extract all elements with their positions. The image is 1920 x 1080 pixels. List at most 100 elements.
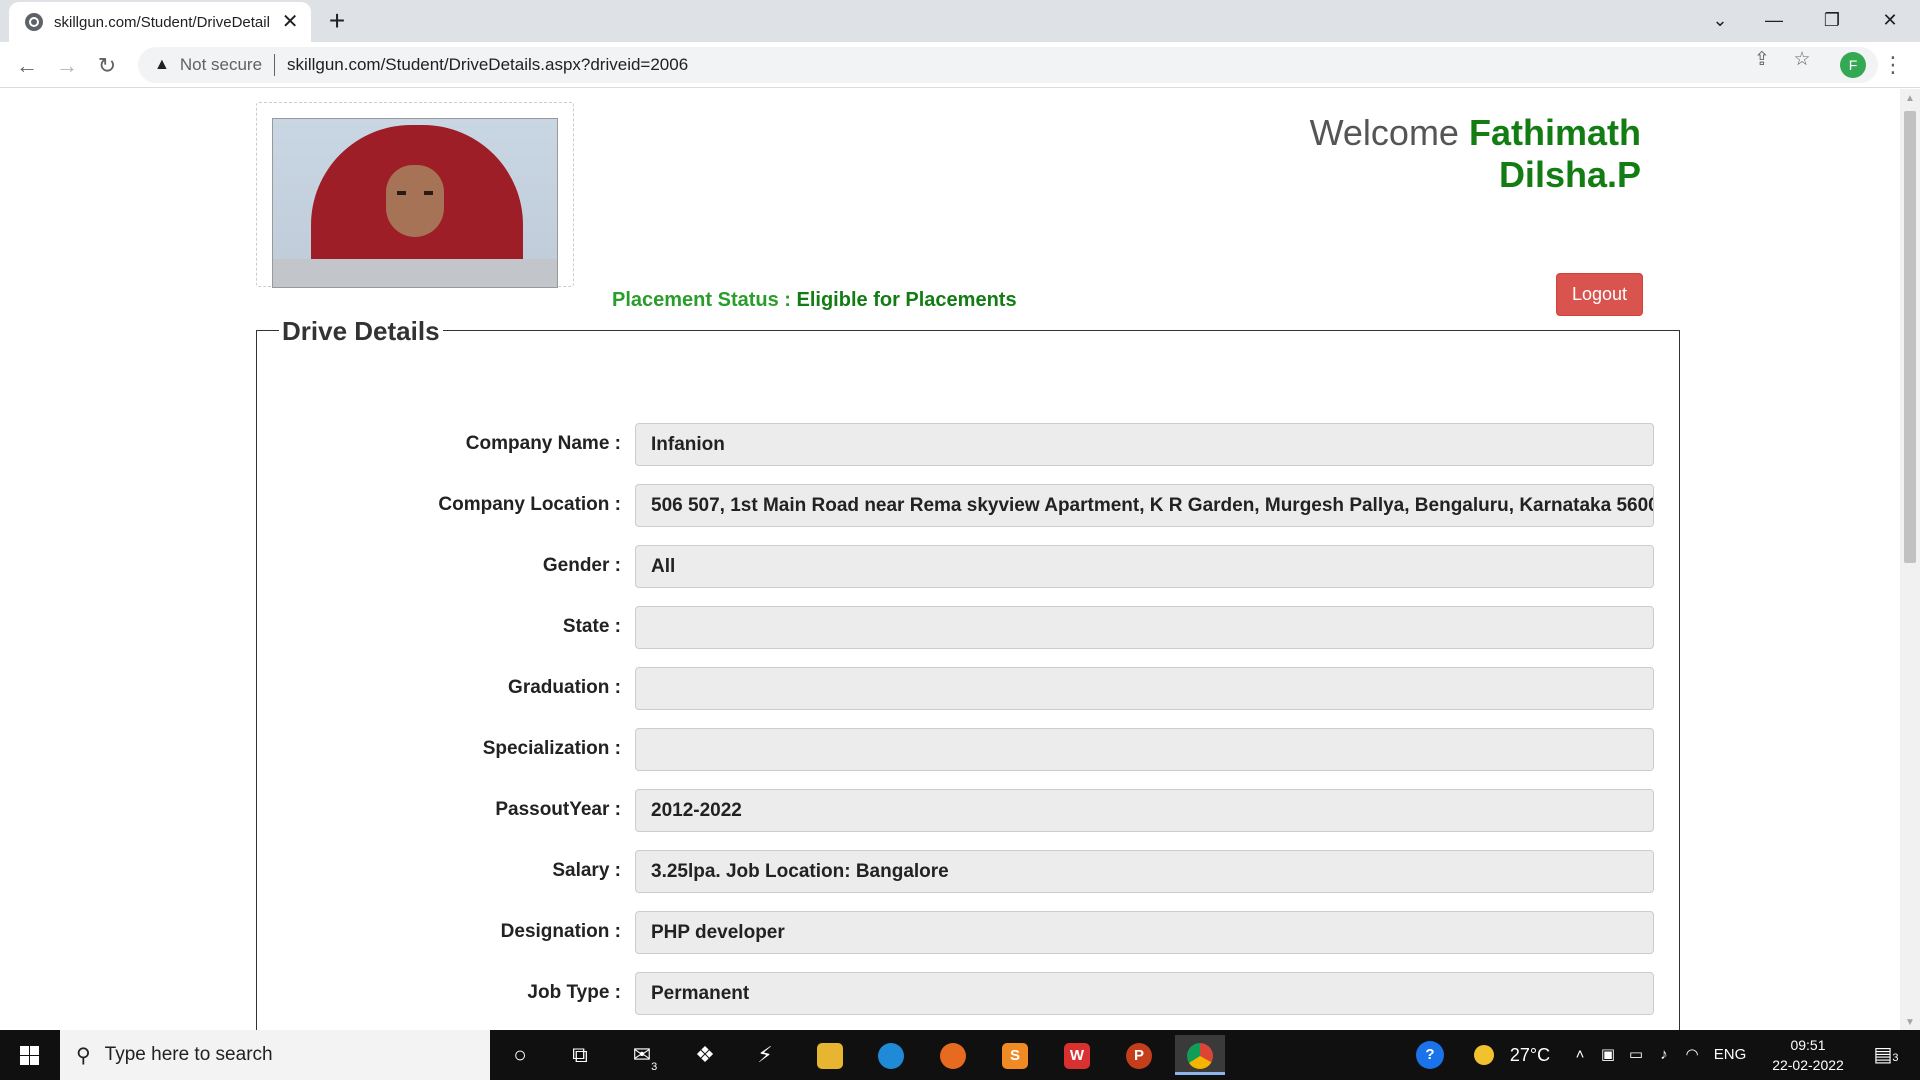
dropbox-icon[interactable]: ❖ bbox=[680, 1035, 730, 1075]
scroll-up-arrow-icon[interactable]: ▲ bbox=[1900, 93, 1920, 104]
wifi-icon[interactable]: ◠ bbox=[1680, 1030, 1704, 1080]
photo-collar bbox=[273, 259, 557, 287]
mail-icon[interactable]: ✉3 bbox=[620, 1035, 670, 1075]
clock-time: 09:51 bbox=[1790, 1037, 1826, 1053]
scroll-down-arrow-icon[interactable]: ▼ bbox=[1900, 1017, 1920, 1028]
job-type-field[interactable]: Permanent bbox=[635, 972, 1654, 1015]
chrome-icon[interactable] bbox=[1175, 1035, 1225, 1075]
salary-row: Salary : 3.25lpa. Job Location: Bangalor… bbox=[257, 850, 1681, 894]
url-text[interactable]: skillgun.com/Student/DriveDetails.aspx?d… bbox=[287, 55, 688, 75]
battery-icon[interactable]: ▭ bbox=[1624, 1030, 1648, 1080]
photo-face bbox=[386, 165, 444, 237]
minimize-icon[interactable]: — bbox=[1746, 2, 1802, 38]
start-button[interactable] bbox=[0, 1030, 58, 1080]
job-type-label: Job Type : bbox=[527, 982, 621, 1003]
weather-icon[interactable] bbox=[1470, 1030, 1498, 1080]
state-label: State : bbox=[562, 616, 621, 637]
designation-row: Designation : PHP developer bbox=[257, 911, 1681, 955]
graduation-label: Graduation : bbox=[508, 677, 621, 698]
file-explorer-icon[interactable] bbox=[805, 1035, 855, 1075]
graduation-row: Graduation : bbox=[257, 667, 1681, 711]
volume-icon[interactable]: ♪ bbox=[1652, 1030, 1676, 1080]
task-view-icon[interactable]: ⧉ bbox=[555, 1035, 605, 1075]
designation-label: Designation : bbox=[500, 921, 621, 942]
edge-browser-icon[interactable] bbox=[866, 1035, 916, 1075]
cortana-icon[interactable]: ○ bbox=[495, 1035, 545, 1075]
tab-search-chevron-icon[interactable]: ⌄ bbox=[1692, 2, 1748, 38]
designation-field[interactable]: PHP developer bbox=[635, 911, 1654, 954]
job-type-row: Job Type : Permanent bbox=[257, 972, 1681, 1016]
placement-status-label: Placement Status : bbox=[612, 289, 791, 311]
firefox-icon[interactable] bbox=[928, 1035, 978, 1075]
scrollbar-thumb[interactable] bbox=[1904, 111, 1916, 563]
browser-tab[interactable]: skillgun.com/Student/DriveDetail ✕ bbox=[9, 2, 311, 42]
state-field[interactable] bbox=[635, 606, 1654, 649]
company-name-label: Company Name : bbox=[465, 433, 621, 454]
welcome-heading: Welcome Fathimath Dilsha.P bbox=[1310, 112, 1641, 196]
clock-date: 22-02-2022 bbox=[1772, 1057, 1844, 1073]
specialization-field[interactable] bbox=[635, 728, 1654, 771]
user-name-first: Fathimath bbox=[1468, 112, 1641, 153]
bookmark-star-icon[interactable]: ☆ bbox=[1788, 48, 1816, 72]
salary-label: Salary : bbox=[552, 860, 621, 881]
wps-office-icon[interactable]: W bbox=[1052, 1035, 1102, 1075]
notification-count: 3 bbox=[1892, 1052, 1899, 1064]
drive-details-legend: Drive Details bbox=[279, 316, 443, 347]
browser-toolbar: ← → ↻ ▲ Not secure skillgun.com/Student/… bbox=[0, 42, 1920, 88]
company-location-row: Company Location : 506 507, 1st Main Roa… bbox=[257, 484, 1681, 528]
company-location-label: Company Location : bbox=[438, 494, 621, 515]
photo-eyes bbox=[397, 191, 433, 195]
browser-menu-icon[interactable]: ⋮ bbox=[1882, 50, 1904, 80]
tab-title: skillgun.com/Student/DriveDetail bbox=[54, 13, 270, 31]
forward-arrow-icon[interactable]: → bbox=[51, 50, 83, 82]
passout-year-label: PassoutYear : bbox=[495, 799, 621, 820]
graduation-field[interactable] bbox=[635, 667, 1654, 710]
windows-taskbar: ⚲ Type here to search ○ ⧉ ✉3 ❖ ⚡ S W P ?… bbox=[0, 1030, 1920, 1080]
close-tab-icon[interactable]: ✕ bbox=[279, 11, 301, 33]
page-scrollbar[interactable]: ▲ ▼ bbox=[1900, 89, 1920, 1030]
salary-field[interactable]: 3.25lpa. Job Location: Bangalore bbox=[635, 850, 1654, 893]
company-name-row: Company Name : Infanion bbox=[257, 423, 1681, 467]
help-icon[interactable]: ? bbox=[1410, 1030, 1450, 1080]
specialization-label: Specialization : bbox=[482, 738, 621, 759]
address-divider bbox=[274, 54, 276, 76]
address-bar[interactable]: ▲ Not secure skillgun.com/Student/DriveD… bbox=[138, 47, 1878, 83]
language-indicator[interactable]: ENG bbox=[1708, 1030, 1752, 1080]
company-location-field[interactable]: 506 507, 1st Main Road near Rema skyview… bbox=[635, 484, 1654, 527]
browser-tab-bar: skillgun.com/Student/DriveDetail ✕ + ⌄ —… bbox=[0, 0, 1920, 42]
back-arrow-icon[interactable]: ← bbox=[11, 50, 43, 82]
passout-year-row: PassoutYear : 2012-2022 bbox=[257, 789, 1681, 833]
security-label[interactable]: Not secure bbox=[180, 55, 262, 75]
state-row: State : bbox=[257, 606, 1681, 650]
search-icon: ⚲ bbox=[76, 1044, 91, 1067]
powerpoint-icon[interactable]: P bbox=[1114, 1035, 1164, 1075]
bolt-app-icon[interactable]: ⚡ bbox=[740, 1035, 790, 1075]
profile-photo bbox=[272, 118, 558, 288]
globe-icon bbox=[25, 13, 43, 31]
windows-logo-icon bbox=[20, 1046, 39, 1065]
gender-row: Gender : All bbox=[257, 545, 1681, 589]
show-hidden-icons-chevron-icon[interactable]: ˄ bbox=[1568, 1030, 1592, 1080]
system-clock[interactable]: 09:51 22-02-2022 bbox=[1762, 1035, 1854, 1075]
new-tab-button[interactable]: + bbox=[322, 6, 352, 36]
gender-label: Gender : bbox=[542, 555, 621, 576]
placement-status-value: Eligible for Placements bbox=[796, 289, 1017, 311]
logout-button[interactable]: Logout bbox=[1556, 273, 1643, 316]
specialization-row: Specialization : bbox=[257, 728, 1681, 772]
gender-field[interactable]: All bbox=[635, 545, 1654, 588]
profile-avatar[interactable]: F bbox=[1840, 52, 1866, 78]
page-viewport: Welcome Fathimath Dilsha.P Placement Sta… bbox=[0, 89, 1900, 1030]
reload-icon[interactable]: ↻ bbox=[91, 50, 123, 82]
share-icon[interactable]: ⇪ bbox=[1748, 48, 1776, 72]
close-window-icon[interactable]: ✕ bbox=[1862, 2, 1918, 38]
notification-center-icon[interactable]: ▤3 bbox=[1866, 1030, 1906, 1080]
company-name-field[interactable]: Infanion bbox=[635, 423, 1654, 466]
warning-triangle-icon[interactable]: ▲ bbox=[154, 56, 170, 74]
meet-now-icon[interactable]: ▣ bbox=[1596, 1030, 1620, 1080]
passout-year-field[interactable]: 2012-2022 bbox=[635, 789, 1654, 832]
sublime-text-icon[interactable]: S bbox=[990, 1035, 1040, 1075]
restore-icon[interactable]: ❐ bbox=[1804, 2, 1860, 38]
temperature-text[interactable]: 27°C bbox=[1500, 1030, 1560, 1080]
welcome-word: Welcome bbox=[1309, 112, 1459, 153]
taskbar-search[interactable]: ⚲ Type here to search bbox=[60, 1030, 490, 1080]
